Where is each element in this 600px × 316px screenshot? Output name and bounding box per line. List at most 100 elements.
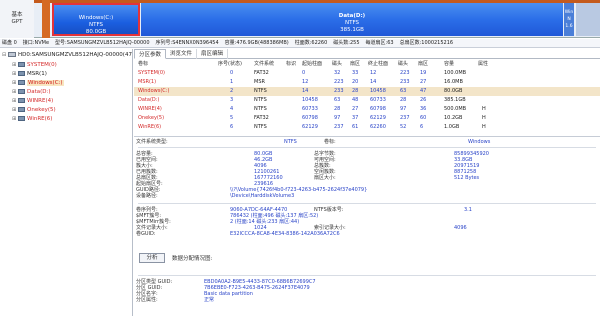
table-row[interactable]: WINRE(4) 4 NTFS 60733 28 27 60798 97 36 500.0MB H (134, 105, 600, 114)
col-header-start-cyl: 起始柱面 (302, 61, 323, 67)
details-divider (138, 147, 596, 148)
details-divider-3 (138, 275, 596, 276)
analyze-button[interactable]: 分析 (139, 253, 165, 263)
partition-block-c[interactable]: Windows(C:) NTFS 80.0GB (52, 3, 140, 36)
cell-start-sector: 33 (352, 70, 359, 76)
fs-type-row: 文件系统类型: (136, 139, 168, 145)
tab-sector-edit[interactable]: 扇区编辑 (197, 49, 229, 59)
cell-label: SYSTEM(0) (138, 70, 166, 76)
tree-item-system[interactable]: ⊞ SYSTEM(0) (12, 61, 57, 70)
sectors-label: 每道扇区: (365, 40, 388, 46)
cell-end-cyl: 14 (370, 79, 377, 85)
disk-map[interactable]: 基本 GPT Windows(C:) NTFS 80.0GB Data(D:) … (0, 0, 600, 38)
cell-end-cyl: 62260 (370, 124, 386, 130)
tree-item-msr[interactable]: ⊞ MSR(1) (12, 70, 47, 79)
cell-capacity: 80.0GB (444, 88, 463, 94)
cell-fs: MSR (254, 79, 265, 85)
cell-index: 1 (230, 79, 234, 85)
cell-end-head: 237 (400, 115, 410, 121)
cell-start-cyl: 0 (302, 70, 306, 76)
cell-index: 2 (230, 88, 234, 94)
col-header-attr: 属性 (478, 61, 489, 67)
partition-block-d[interactable]: Data(D:) NTFS 385.1GB (141, 3, 563, 36)
partition-c-size: 80.0GB (85, 29, 107, 35)
interface-value: NVMe (34, 40, 50, 46)
cell-end-sector: 47 (420, 88, 427, 94)
sector-size-value: 512 Bytes (454, 175, 480, 181)
partition-block-winre[interactable]: Win N 1.6 (564, 3, 574, 36)
volume-guid-label: 卷GUID: (136, 231, 156, 237)
tree-item-winre6[interactable]: ⊞ WinRE(6) (12, 115, 52, 124)
partition-details: 文件系统类型: NTFS 卷标: Windows 总容量: 80.0GB 总字节… (134, 136, 600, 316)
device-path-label: 设备路径: (136, 193, 158, 199)
partition-c-name: Windows(C:) (78, 15, 114, 21)
table-header-row: 卷标 序号(状态) 文件系统 标识 起始柱面 磁头 扇区 终止柱面 磁头 扇区 … (134, 60, 600, 69)
cell-label: WinRE(6) (138, 124, 162, 130)
table-row[interactable]: Windows(C:) 2 NTFS 14 233 28 10458 63 47 80.0GB (134, 87, 600, 96)
partition-icon (18, 62, 25, 67)
table-row[interactable]: Data(D:) 3 NTFS 10458 63 48 60733 28 26 385.1GB (134, 96, 600, 105)
cell-start-cyl: 12 (302, 79, 309, 85)
table-row[interactable]: SYSTEM(0) 0 FAT32 0 32 33 12 223 19 100.0MB (134, 69, 600, 78)
cell-start-cyl: 10458 (302, 97, 318, 103)
table-row[interactable]: MSR(1) 1 MSR 12 223 20 14 233 27 16.0MB (134, 78, 600, 87)
cell-label: Data(D:) (138, 97, 160, 103)
system-partition-block[interactable] (42, 0, 50, 38)
cell-end-sector: 60 (420, 115, 427, 121)
cell-attr: H (482, 106, 486, 112)
disk-tree: ⊟ HD0:SAMSUNGMZVLB512HAJQ-00000(47 ⊞ SYSTE… (0, 49, 133, 316)
serial-label: 序列号: (155, 40, 173, 46)
fs-type-value: NTFS (284, 139, 297, 145)
partition-icon (18, 107, 25, 112)
tab-browse-files[interactable]: 浏览文件 (166, 49, 198, 59)
cell-attr: H (482, 115, 486, 121)
table-row[interactable]: Onekey(5) 5 FAT32 60798 97 37 62129 237 60 10.2GB… (134, 114, 600, 123)
model-value: SAMSUNGMZVLB512HAJQ-00000 (66, 40, 150, 46)
tree-item-data[interactable]: ⊞ Data(D:) (12, 88, 51, 97)
cell-end-sector: 27 (420, 79, 427, 85)
cell-index: 6 (230, 124, 234, 130)
partition-winre-size: 1.6 (565, 24, 573, 29)
col-header-end-head: 磁头 (398, 61, 409, 67)
capacity-value: 476.9GB(488386MB) (236, 40, 289, 46)
cell-start-sector: 48 (352, 97, 359, 103)
partition-attr-value: 正常 (204, 297, 215, 303)
cell-start-sector: 20 (352, 79, 359, 85)
cell-end-sector: 19 (420, 70, 427, 76)
tree-item-onekey[interactable]: ⊞ Onekey(5) (12, 106, 56, 115)
index-record-size-value: 4096 (454, 225, 467, 231)
tab-partition-params[interactable]: 分区参数 (134, 49, 167, 59)
tree-item-winre4[interactable]: ⊞ WINRE(4) (12, 97, 53, 106)
table-row[interactable]: WinRE(6) 6 NTFS 62129 237 61 62260 52 6 1.0GB H (134, 123, 600, 132)
cell-index: 3 (230, 97, 234, 103)
cell-capacity: 1.0GB (444, 124, 460, 130)
cell-end-head: 52 (400, 124, 407, 130)
cell-end-cyl: 12 (370, 70, 377, 76)
cylinders-label: 柱面数: (294, 40, 312, 46)
cell-end-sector: 36 (420, 106, 427, 112)
cell-end-cyl: 60798 (370, 106, 386, 112)
tree-item-label: WINRE(4) (27, 98, 54, 104)
partition-d-name: Data(D:) (338, 13, 366, 19)
tree-item-label: Data(D:) (27, 89, 51, 95)
cell-index: 4 (230, 106, 234, 112)
tree-disk-node[interactable]: ⊟ HD0:SAMSUNGMZVLB512HAJQ-00000(47 (2, 51, 132, 60)
cell-fs: NTFS (254, 106, 267, 112)
cell-fs: FAT32 (254, 115, 269, 121)
partition-d-fs: NTFS (344, 20, 360, 26)
cell-start-head: 32 (334, 70, 341, 76)
volume-guid-value: E32ICCCA-8CA8-4E34-8386-142A036A72C6 (230, 231, 340, 237)
device-path-value: \Device\HarddiskVolume3 (230, 193, 295, 199)
cell-start-head: 28 (334, 106, 341, 112)
tree-item-windows[interactable]: ⊞ Windows(C:) (12, 79, 64, 88)
serial-value: S4ENNX0N396454 (172, 40, 219, 46)
volume-label-label: 卷标: (324, 139, 336, 145)
col-header-id: 标识 (286, 61, 297, 67)
selected-row-highlight (134, 87, 600, 96)
col-header-label: 卷标 (138, 61, 149, 67)
partition-icon (18, 89, 25, 94)
cell-end-cyl: 62129 (370, 115, 386, 121)
partition-block-tail[interactable] (576, 3, 600, 36)
partition-winre-name: Win (564, 10, 574, 15)
cell-end-head: 97 (400, 106, 407, 112)
